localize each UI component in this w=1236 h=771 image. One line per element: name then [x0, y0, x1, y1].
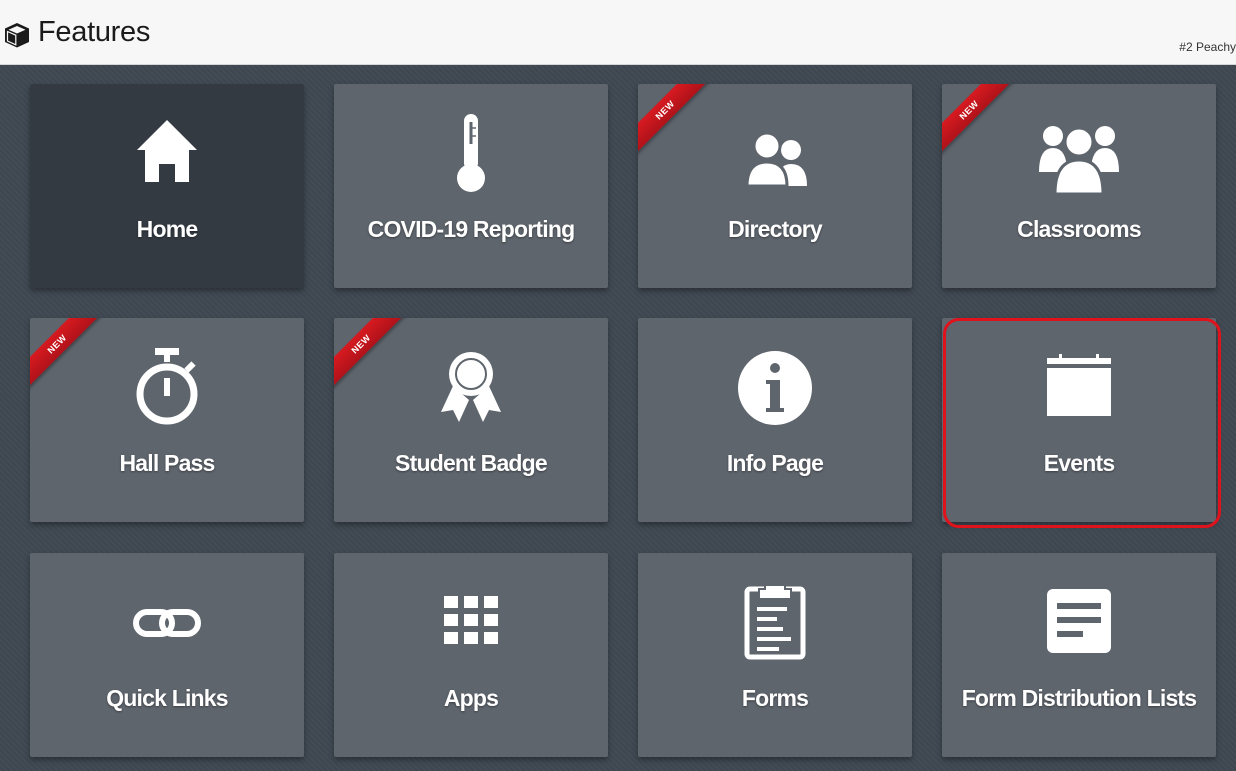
tile-label: Quick Links — [106, 685, 228, 711]
badge-icon — [431, 348, 511, 428]
tile-form-distribution-lists[interactable]: Form Distribution Lists — [942, 553, 1216, 757]
tile-label: Form Distribution Lists — [961, 685, 1197, 711]
tile-student-badge[interactable]: NEW Student Badge — [334, 318, 608, 522]
tile-home[interactable]: Home — [30, 84, 304, 288]
link-icon — [127, 583, 207, 663]
users-icon — [735, 114, 815, 194]
new-ribbon: NEW — [334, 318, 408, 392]
stopwatch-icon — [127, 348, 207, 428]
new-ribbon: NEW — [942, 84, 1016, 158]
tile-label: Hall Pass — [119, 450, 215, 476]
tile-info-page[interactable]: Info Page — [638, 318, 912, 522]
page-title: Features — [38, 16, 151, 48]
tile-hall-pass[interactable]: NEW Hall Pass — [30, 318, 304, 522]
new-ribbon: NEW — [638, 84, 712, 158]
tile-label: Classrooms — [1017, 216, 1141, 242]
group-icon — [1039, 114, 1119, 194]
new-ribbon: NEW — [30, 318, 104, 392]
tile-label: COVID-19 Reporting — [367, 216, 575, 242]
tile-label: Info Page — [726, 450, 824, 476]
cube-icon — [5, 23, 29, 48]
tile-forms[interactable]: Forms — [638, 553, 912, 757]
calendar-icon — [1039, 348, 1119, 428]
tile-classrooms[interactable]: NEW Classrooms — [942, 84, 1216, 288]
tile-directory[interactable]: NEW Directory — [638, 84, 912, 288]
tile-apps[interactable]: Apps — [334, 553, 608, 757]
tile-label: Apps — [443, 685, 499, 711]
page-header: Features #2 Peachy — [0, 0, 1236, 65]
tile-label: Student Badge — [395, 450, 548, 476]
account-label[interactable]: #2 Peachy — [1179, 40, 1236, 54]
tile-label: Home — [136, 216, 199, 242]
thermometer-icon — [431, 114, 511, 194]
tile-quick-links[interactable]: Quick Links — [30, 553, 304, 757]
tile-covid-reporting[interactable]: COVID-19 Reporting — [334, 84, 608, 288]
tile-events[interactable]: Events — [942, 318, 1216, 522]
info-icon — [735, 348, 815, 428]
tile-label: Forms — [741, 685, 809, 711]
apps-grid-icon — [431, 583, 511, 663]
home-icon — [127, 114, 207, 194]
tile-label: Directory — [728, 216, 823, 242]
tile-label: Events — [1043, 450, 1115, 476]
list-document-icon — [1039, 583, 1119, 663]
clipboard-icon — [735, 583, 815, 663]
